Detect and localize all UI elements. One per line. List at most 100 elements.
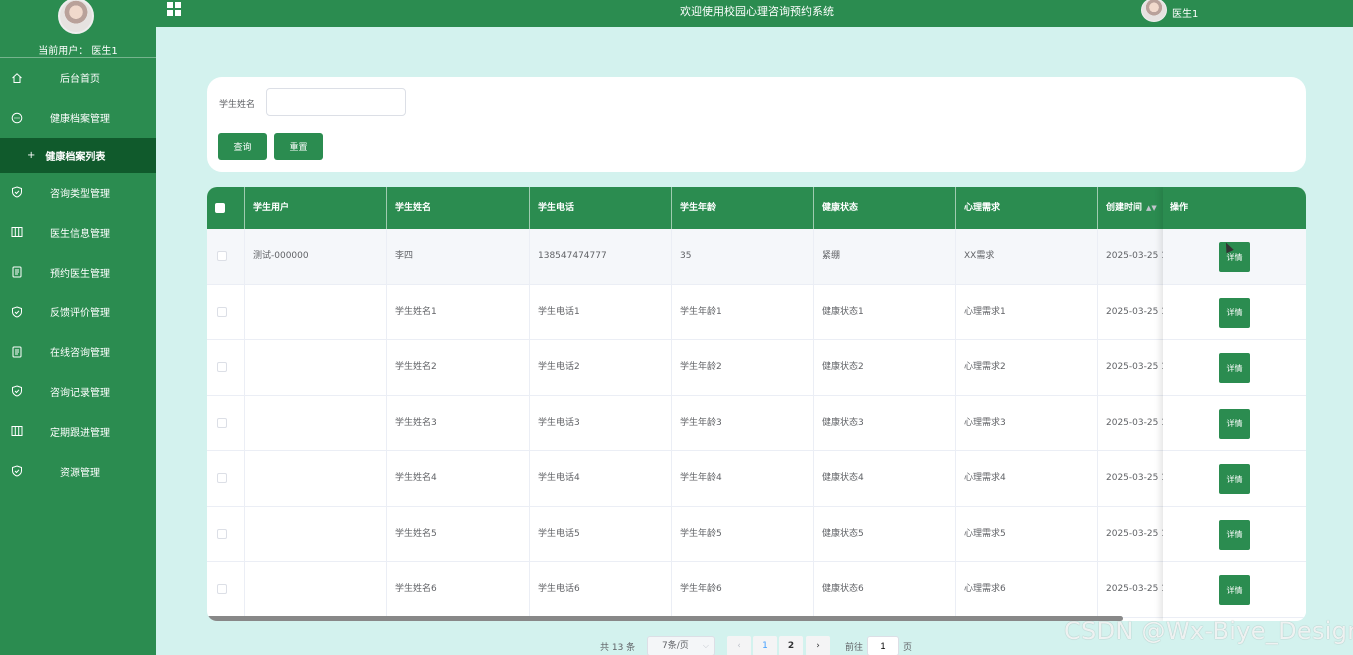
table-cell-phone: 学生电话1 <box>530 284 672 340</box>
row-checkbox[interactable] <box>217 473 227 483</box>
table-cell-name: 学生姓名5 <box>387 506 530 562</box>
sidebar-item-resources[interactable]: 资源管理 <box>0 451 156 491</box>
operation-cell: 详情 <box>1163 395 1306 451</box>
table-cell-name: 学生姓名4 <box>387 451 530 506</box>
row-checkbox[interactable] <box>217 306 227 317</box>
table-cell-need: 心理需求5 <box>956 506 1098 562</box>
table-cell-user <box>245 284 387 340</box>
select-all-checkbox[interactable] <box>215 203 225 213</box>
row-checkbox[interactable] <box>217 362 227 372</box>
sidebar-item-health-records[interactable]: 健康档案管理 <box>0 98 156 138</box>
page-2-button[interactable]: 2 <box>779 636 803 655</box>
sidebar-item-online-consult[interactable]: 在线咨询管理 <box>0 332 156 372</box>
column-header-label: 创建时间 <box>1106 203 1143 213</box>
horizontal-scrollbar[interactable] <box>207 616 1123 621</box>
row-select-cell <box>207 284 245 340</box>
table-cell-name: 学生姓名6 <box>387 562 530 617</box>
detail-button[interactable]: 详情 <box>1219 353 1250 383</box>
row-checkbox[interactable] <box>217 251 227 261</box>
table-cell-phone: 学生电话4 <box>530 451 672 506</box>
table-cell-time: 2025-03-25 1 <box>1106 417 1163 428</box>
detail-button[interactable]: 详情 <box>1219 575 1250 605</box>
table-cell-name: 学生姓名2 <box>387 340 530 395</box>
table-row: 学生姓名5 学生电话5 学生年龄5 健康状态5 心理需求5 2025-03-25 1 <box>207 506 1306 562</box>
page-1-button[interactable]: 1 <box>753 636 777 655</box>
row-select-cell <box>207 340 245 395</box>
operation-cell: 详情 <box>1163 506 1306 562</box>
sidebar-user-block: 当前用户： 医生1 <box>0 0 156 58</box>
table-cell-health: 健康状态1 <box>814 284 956 340</box>
sidebar-item-appointments[interactable]: 预约医生管理 <box>0 252 156 292</box>
table-cell-need: 心理需求2 <box>956 340 1098 395</box>
sort-icon[interactable]: ▲▼ <box>1146 187 1157 229</box>
table-cell-user: 测试-000000 <box>245 229 387 284</box>
data-table: 学生用户 学生姓名 学生电话 学生年龄 健康状态 心理需求 创建时间 ▲▼ 测试-… <box>207 187 1306 621</box>
column-header-sortable[interactable]: 创建时间 ▲▼ <box>1098 187 1168 229</box>
row-checkbox[interactable] <box>217 528 227 539</box>
page-suffix: 页 <box>903 643 913 653</box>
column-header: 学生电话 <box>530 187 672 229</box>
row-select-cell <box>207 562 245 617</box>
reset-button[interactable]: 重置 <box>274 133 323 160</box>
search-panel: 学生姓名 查询 重置 <box>207 77 1306 172</box>
table-row: 学生姓名2 学生电话2 学生年龄2 健康状态2 心理需求2 2025-03-25 1 <box>207 340 1306 396</box>
sidebar-item-follow-up[interactable]: 定期跟进管理 <box>0 411 156 451</box>
table-cell-user <box>245 451 387 506</box>
watermark: CSDN @Wx-Biye_Design <box>1064 617 1353 645</box>
page-size-value: 7条/页 <box>662 641 689 651</box>
sidebar-item-consult-records[interactable]: 咨询记录管理 <box>0 372 156 412</box>
row-checkbox[interactable] <box>217 417 227 428</box>
row-select-cell <box>207 229 245 284</box>
sidebar-item-feedback[interactable]: 反馈评价管理 <box>0 292 156 332</box>
sidebar-subitem-health-record-list[interactable]: + 健康档案列表 <box>0 137 156 173</box>
column-header: 操作 <box>1163 187 1306 229</box>
sidebar: 当前用户： 医生1 后台首页 健康档案管理 + 健康档案列表 咨询类型管理 医生… <box>0 0 156 655</box>
sidebar-item-label: 咨询记录管理 <box>50 387 110 399</box>
column-header: 学生年龄 <box>672 187 814 229</box>
user-name[interactable]: 医生1 <box>1172 5 1198 20</box>
sidebar-item-label: 健康档案管理 <box>50 114 110 126</box>
grid-menu-icon[interactable] <box>166 1 182 17</box>
sidebar-item-consult-types[interactable]: 咨询类型管理 <box>0 173 156 213</box>
select-all-cell <box>207 187 245 229</box>
detail-button[interactable]: 详情 <box>1219 519 1250 550</box>
operation-cell: 详情 <box>1163 229 1306 285</box>
sidebar-item-label: 医生信息管理 <box>50 228 110 240</box>
query-button[interactable]: 查询 <box>218 133 267 160</box>
row-checkbox[interactable] <box>217 584 227 594</box>
sidebar-item-label: 在线咨询管理 <box>50 348 110 360</box>
table-cell-age: 35 <box>672 229 814 284</box>
sidebar-item-label: 后台首页 <box>60 74 100 86</box>
operation-cell: 详情 <box>1163 451 1306 507</box>
user-avatar[interactable] <box>1141 0 1167 22</box>
prev-page-button[interactable]: ‹ <box>727 636 751 655</box>
table-cell-time: 2025-03-25 1 <box>1106 473 1163 483</box>
chevron-down-icon: ⌵ <box>702 641 709 650</box>
goto-page-input[interactable] <box>867 636 899 655</box>
detail-button[interactable]: 详情 <box>1219 464 1250 494</box>
column-header: 心理需求 <box>956 187 1098 229</box>
detail-button[interactable]: 详情 <box>1219 297 1250 328</box>
table-cell-name: 学生姓名1 <box>387 284 530 340</box>
operation-cell: 详情 <box>1163 284 1306 340</box>
detail-button[interactable]: 详情 <box>1219 408 1250 439</box>
sidebar-item-label: 资源管理 <box>60 467 100 479</box>
column-header: 健康状态 <box>814 187 956 229</box>
table-row: 测试-000000 李四 138547474777 35 紧绷 XX需求 2025-03-2… <box>207 229 1306 285</box>
table-cell-need: 心理需求3 <box>956 395 1098 451</box>
sidebar-subitem-label: 健康档案列表 <box>45 151 106 163</box>
table-cell-time: 2025-03-25 1 <box>1106 251 1163 261</box>
sidebar-item-label: 咨询类型管理 <box>50 188 110 200</box>
student-name-input[interactable] <box>266 88 406 116</box>
table-cell-user <box>245 340 387 395</box>
table-cell-user <box>245 506 387 562</box>
table-cell-phone: 学生电话6 <box>530 562 672 617</box>
next-page-button[interactable]: › <box>806 636 830 655</box>
sidebar-item-label: 反馈评价管理 <box>50 308 110 320</box>
sidebar-item-home[interactable]: 后台首页 <box>0 58 156 98</box>
sidebar-item-label: 预约医生管理 <box>50 268 110 280</box>
sidebar-item-doctor-info[interactable]: 医生信息管理 <box>0 212 156 252</box>
search-label: 学生姓名 <box>219 100 256 110</box>
table-cell-need: 心理需求1 <box>956 284 1098 340</box>
page-size-select[interactable]: 7条/页 ⌵ <box>647 636 715 655</box>
